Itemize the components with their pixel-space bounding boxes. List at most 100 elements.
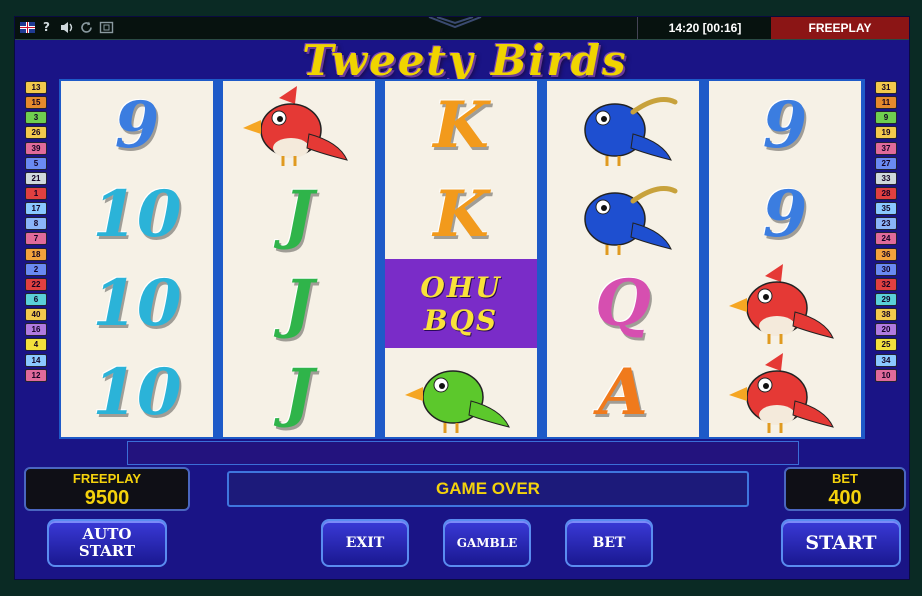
payline-number: 28 (875, 186, 897, 200)
symbol-glyph: 9 (762, 177, 808, 252)
reel-1: 9 10 10 10 (61, 81, 213, 437)
symbol-glyph: K (433, 88, 489, 163)
win-line-strip (127, 441, 799, 465)
symbol-j: J (223, 259, 375, 348)
symbol-j: J (223, 348, 375, 437)
payline-number: 7 (25, 232, 47, 246)
blue-bird-symbol (547, 81, 699, 170)
exit-button[interactable]: EXIT (321, 519, 409, 567)
payline-number: 4 (25, 338, 47, 352)
payline-number: 23 (875, 217, 897, 231)
game-title: Tweety Birds (302, 36, 628, 85)
reload-icon[interactable] (79, 20, 94, 35)
freeplay-credit-panel: FREEPLAY 9500 (24, 467, 190, 511)
payline-number: 26 (25, 126, 47, 140)
symbol-glyph: A (598, 355, 648, 430)
payline-number: 22 (25, 277, 47, 291)
symbol-glyph: 10 (92, 177, 182, 252)
payline-number: 15 (25, 96, 47, 110)
topbar-notch (428, 17, 482, 29)
symbol-glyph: J (283, 177, 315, 252)
clock: 14:20 [00:16] (637, 17, 772, 39)
start-button[interactable]: START (781, 519, 901, 567)
payline-number: 5 (25, 156, 47, 170)
symbol-glyph: 9 (114, 88, 160, 163)
green-bird-symbol (385, 348, 537, 437)
blue-bird-symbol (547, 170, 699, 259)
symbol-9: 9 (709, 81, 861, 170)
symbol-10: 10 (61, 259, 213, 348)
payline-number: 24 (875, 232, 897, 246)
freeplay-value: 9500 (84, 487, 130, 509)
payline-number: 39 (25, 141, 47, 155)
payline-number: 13 (25, 81, 47, 94)
payline-number: 35 (875, 202, 897, 216)
bet-label: BET (832, 471, 858, 486)
fullscreen-icon[interactable] (99, 20, 114, 35)
payline-number: 8 (25, 217, 47, 231)
payline-number: 6 (25, 292, 47, 306)
reel-5: 99 (709, 81, 861, 437)
payline-number: 33 (875, 171, 897, 185)
bet-panel: BET 400 (784, 467, 906, 511)
payline-number: 37 (875, 141, 897, 155)
bet-button[interactable]: BET (565, 519, 653, 567)
symbol-glyph: K (433, 177, 489, 252)
payline-number: 34 (875, 353, 897, 367)
payline-number: 16 (25, 323, 47, 337)
payline-number: 27 (875, 156, 897, 170)
payline-number: 10 (875, 368, 897, 382)
reel-3: K K OHU BQS (385, 81, 537, 437)
symbol-k: K (385, 170, 537, 259)
payline-numbers-right: 31 11 9 19 37 27 33 28 35 23 24 36 30 32 29 38 20 25 34 10 (875, 81, 897, 384)
help-button[interactable]: ? (39, 20, 54, 35)
symbol-9: 9 (61, 81, 213, 170)
payline-number: 25 (875, 338, 897, 352)
speaker-icon[interactable] (59, 20, 74, 35)
bonus-symbol: OHU BQS (385, 259, 537, 348)
bonus-text: OHU (420, 270, 502, 304)
payline-number: 2 (25, 262, 47, 276)
symbol-glyph: 9 (762, 88, 808, 163)
payline-number: 11 (875, 96, 897, 110)
red-bird-symbol (709, 348, 861, 437)
freeplay-label: FREEPLAY (72, 471, 142, 486)
symbol-glyph: J (283, 355, 315, 430)
mode-badge: FREEPLAY (771, 17, 909, 39)
payline-number: 3 (25, 111, 47, 125)
symbol-q: Q (547, 259, 699, 348)
payline-number: 19 (875, 126, 897, 140)
payline-number: 14 (25, 353, 47, 367)
bonus-text: BQS (423, 303, 499, 337)
reel-area: 9 10 10 10 J J J K K OHU BQS Q A 9 9 (59, 79, 865, 439)
reel-2: JJJ (223, 81, 375, 437)
symbol-10: 10 (61, 170, 213, 259)
symbol-glyph: J (283, 266, 315, 341)
red-bird-symbol (223, 81, 375, 170)
payline-numbers-left: 13 15 3 26 39 5 21 1 17 8 7 18 2 22 6 40 16 4 14 12 (25, 81, 47, 384)
auto-start-button[interactable]: AUTO START (47, 519, 167, 567)
payline-number: 12 (25, 368, 47, 382)
gamble-button[interactable]: GAMBLE (443, 519, 531, 567)
red-bird-symbol (709, 259, 861, 348)
payline-number: 36 (875, 247, 897, 261)
symbol-glyph: 10 (92, 266, 182, 341)
symbol-glyph: 10 (92, 355, 182, 430)
game-message: GAME OVER (227, 471, 749, 507)
payline-number: 1 (25, 186, 47, 200)
payline-number: 31 (875, 81, 897, 94)
symbol-a: A (547, 348, 699, 437)
payline-number: 20 (875, 323, 897, 337)
reel-4: QA (547, 81, 699, 437)
uk-flag-icon[interactable] (20, 22, 35, 33)
symbol-10: 10 (61, 348, 213, 437)
auto-start-label: AUTO START (78, 525, 136, 560)
payline-number: 38 (875, 308, 897, 322)
payline-number: 21 (25, 171, 47, 185)
payline-number: 18 (25, 247, 47, 261)
payline-number: 32 (875, 277, 897, 291)
payline-number: 30 (875, 262, 897, 276)
symbol-9: 9 (709, 170, 861, 259)
bet-value: 400 (828, 487, 862, 509)
symbol-k: K (385, 81, 537, 170)
